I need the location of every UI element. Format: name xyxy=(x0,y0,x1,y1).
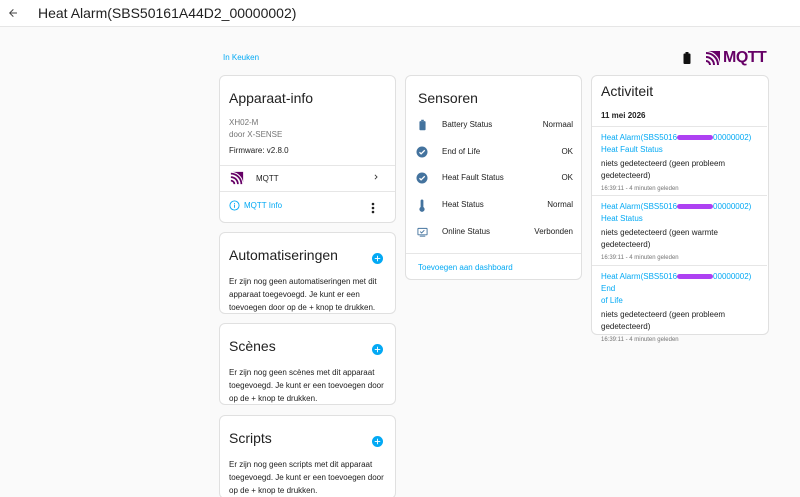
sensor-label: Heat Fault Status xyxy=(442,173,504,182)
activity-state: niets gedetecteerd (geen warmte gedetect… xyxy=(601,228,718,249)
activity-entity-name-end: 00000002) xyxy=(713,133,752,142)
divider xyxy=(406,253,581,254)
sensor-value: Verbonden xyxy=(534,227,573,236)
scripts-card: Scripts Er zijn nog geen scripts met dit… xyxy=(219,415,396,497)
activity-state: niets gedetecteerd (geen probleem gedete… xyxy=(601,310,726,331)
sensor-label: Heat Status xyxy=(442,200,484,209)
activity-title: Activiteit xyxy=(601,83,654,99)
activity-entity-name-line2: Heat Fault Status xyxy=(601,145,663,154)
divider xyxy=(592,126,767,127)
divider xyxy=(592,195,767,196)
scenes-empty-text: Er zijn nog geen scènes met dit apparaat… xyxy=(229,368,384,403)
sensor-row-online-status[interactable]: Online Status Verbonden xyxy=(406,222,581,242)
sensor-row-end-of-life[interactable]: End of Life OK xyxy=(406,142,581,162)
info-icon xyxy=(229,200,240,211)
thermometer-icon xyxy=(415,198,429,212)
device-info-title: Apparaat-info xyxy=(229,90,314,106)
sensors-title: Sensoren xyxy=(418,90,478,106)
automations-empty-text: Er zijn nog geen automatiseringen met di… xyxy=(229,277,377,312)
device-firmware: Firmware: v2.8.0 xyxy=(229,146,289,155)
activity-entity-name-start: Heat Alarm(SBS5016 xyxy=(601,272,678,281)
activity-time: 16:39:11 - 4 minuten geleden xyxy=(601,337,679,343)
integration-label: MQTT xyxy=(256,173,279,183)
redaction-mark xyxy=(677,135,714,141)
add-automation-button[interactable] xyxy=(372,251,383,269)
back-button[interactable] xyxy=(0,0,26,26)
activity-time: 16:39:11 - 4 minuten geleden xyxy=(601,186,679,192)
sensor-value: OK xyxy=(561,147,573,156)
scenes-card: Scènes Er zijn nog geen scènes met dit a… xyxy=(219,323,396,405)
chevron-right-icon xyxy=(374,174,378,180)
sensor-row-battery-status[interactable]: Battery Status Normaal xyxy=(406,115,581,135)
activity-entry: Heat Alarm(SBS5016 00000002) Heat Status n… xyxy=(601,201,761,263)
scenes-title: Scènes xyxy=(229,338,276,354)
automations-title: Automatiseringen xyxy=(229,247,338,263)
mqtt-icon xyxy=(230,171,244,185)
scripts-empty-text: Er zijn nog geen scripts met dit apparaa… xyxy=(229,460,384,495)
battery-icon xyxy=(683,51,691,69)
mqtt-logo-text: MQTT xyxy=(723,49,767,66)
plus-circle-icon xyxy=(372,436,383,447)
sensor-value: Normal xyxy=(547,200,573,209)
activity-card: Activiteit 11 mei 2026 Heat Alarm(SBS501… xyxy=(591,75,769,343)
page-title: Heat Alarm(SBS50161A44D2_00000002) xyxy=(38,5,297,21)
check-circle-icon xyxy=(415,145,429,159)
sensor-row-heat-fault-status[interactable]: Heat Fault Status OK xyxy=(406,168,581,188)
plus-circle-icon xyxy=(372,344,383,355)
activity-entity-name-line2: of Life xyxy=(601,296,623,305)
activity-entity-link[interactable]: Heat Alarm(SBS5016 00000002) Heat Fault St… xyxy=(601,132,761,156)
activity-entity-name-start: Heat Alarm(SBS5016 xyxy=(601,202,678,211)
check-circle-icon xyxy=(415,171,429,185)
device-info-card: Apparaat-info XH02-M door X-SENSE Firmwa… xyxy=(219,75,396,223)
activity-entry: Heat Alarm(SBS5016 00000002) End of Life n… xyxy=(601,271,761,345)
monitor-check-icon xyxy=(415,225,429,239)
activity-entity-link[interactable]: Heat Alarm(SBS5016 00000002) End of Life xyxy=(601,271,761,307)
redaction-mark xyxy=(677,204,714,210)
activity-time: 16:39:11 - 4 minuten geleden xyxy=(601,255,679,261)
activity-entity-name-end: 00000002) xyxy=(713,202,752,211)
activity-entry: Heat Alarm(SBS5016 00000002) Heat Fault St… xyxy=(601,132,761,194)
scripts-title: Scripts xyxy=(229,430,272,446)
device-model: XH02-M xyxy=(229,118,259,127)
add-to-dashboard-link[interactable]: Toevoegen aan dashboard xyxy=(418,263,513,272)
activity-entity-name-start: Heat Alarm(SBS5016 xyxy=(601,133,678,142)
dots-vertical-icon xyxy=(371,202,375,214)
sensor-label: Battery Status xyxy=(442,120,493,129)
mqtt-info-link[interactable]: MQTT Info xyxy=(229,200,282,211)
sensors-card: Sensoren Battery Status Normaal End of L… xyxy=(405,75,582,280)
add-script-button[interactable] xyxy=(372,434,383,452)
battery-icon xyxy=(415,118,429,132)
activity-state: niets gedetecteerd (geen probleem gedete… xyxy=(601,159,726,180)
mqtt-logo: MQTT xyxy=(705,49,767,67)
mqtt-logo-icon xyxy=(705,51,720,66)
sensor-value: Normaal xyxy=(542,120,573,129)
arrow-left-icon xyxy=(9,9,17,17)
integration-mqtt-row[interactable]: MQTT xyxy=(220,166,395,190)
mqtt-info-label: MQTT Info xyxy=(244,201,283,210)
divider xyxy=(220,191,395,192)
redaction-mark xyxy=(677,274,714,280)
activity-date: 11 mei 2026 xyxy=(601,111,646,120)
sensor-label: Online Status xyxy=(442,227,491,236)
activity-entity-link[interactable]: Heat Alarm(SBS5016 00000002) Heat Status xyxy=(601,201,761,225)
sensor-row-heat-status[interactable]: Heat Status Normal xyxy=(406,195,581,215)
add-scene-button[interactable] xyxy=(372,342,383,360)
sensor-label: End of Life xyxy=(442,147,481,156)
divider xyxy=(592,265,767,266)
sensor-value: OK xyxy=(561,173,573,182)
top-bar: Heat Alarm(SBS50161A44D2_00000002) xyxy=(0,0,800,27)
plus-circle-icon xyxy=(372,253,383,264)
activity-entity-name-line2: Heat Status xyxy=(601,214,643,223)
area-link[interactable]: In Keuken xyxy=(223,53,259,62)
automations-card: Automatiseringen Er zijn nog geen automa… xyxy=(219,232,396,314)
overflow-menu-button[interactable] xyxy=(371,201,375,219)
device-manufacturer: door X-SENSE xyxy=(229,130,283,139)
